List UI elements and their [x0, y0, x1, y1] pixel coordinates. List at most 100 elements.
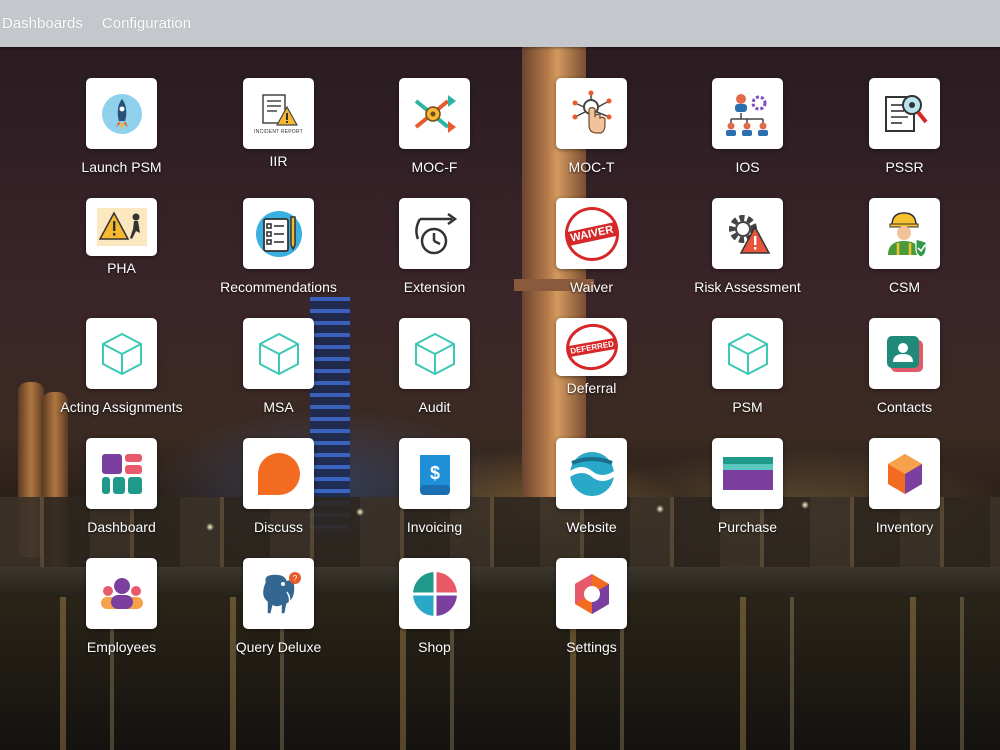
- app-icon-box: [86, 198, 157, 256]
- incident-report-caption: INCIDENT REPORT: [254, 128, 303, 135]
- deferred-stamp-text: DEFERRED: [566, 337, 617, 357]
- cube-icon: [101, 332, 142, 375]
- app-msa[interactable]: MSA: [200, 318, 357, 438]
- safety-worker-icon: [887, 211, 927, 258]
- app-icon-box: [869, 78, 940, 149]
- app-icon-box: [86, 78, 157, 149]
- app-recommendations[interactable]: Recommendations: [200, 198, 357, 318]
- app-label: Invoicing: [406, 519, 463, 535]
- app-iir[interactable]: INCIDENT REPORT IIR: [200, 78, 357, 198]
- app-csm[interactable]: CSM: [826, 198, 983, 318]
- hazard-analysis-icon: [96, 208, 147, 246]
- app-label: Inventory: [875, 519, 934, 535]
- app-icon-box: $: [399, 438, 470, 509]
- app-launch-psm[interactable]: Launch PSM: [43, 78, 200, 198]
- chat-bubble-icon: [257, 452, 300, 495]
- app-icon-box: [556, 78, 627, 149]
- app-icon-box: [556, 558, 627, 629]
- clock-extend-icon: [414, 212, 457, 254]
- app-extension[interactable]: Extension: [356, 198, 513, 318]
- app-psm[interactable]: PSM: [669, 318, 826, 438]
- app-label: IIR: [269, 153, 288, 169]
- app-deferral[interactable]: DEFERRED Deferral: [513, 318, 670, 438]
- app-waiver[interactable]: WAIVER Waiver: [513, 198, 670, 318]
- purchase-card-icon: [722, 456, 773, 490]
- app-acting-assignments[interactable]: Acting Assignments: [43, 318, 200, 438]
- app-label: Settings: [566, 639, 617, 655]
- app-label: PSM: [732, 399, 763, 415]
- app-purchase[interactable]: Purchase: [669, 438, 826, 558]
- app-label: Audit: [418, 399, 451, 415]
- process-change-icon: [414, 94, 456, 133]
- app-icon-box: [399, 78, 470, 149]
- menu-configuration[interactable]: Configuration: [102, 15, 191, 32]
- app-icon-box: [399, 318, 470, 389]
- app-icon-box: WAIVER: [556, 198, 627, 269]
- app-pha[interactable]: PHA: [43, 198, 200, 318]
- checklist-icon: [255, 210, 302, 257]
- app-pssr[interactable]: PSSR: [826, 78, 983, 198]
- app-ios[interactable]: IOS: [669, 78, 826, 198]
- app-shop[interactable]: Shop: [356, 558, 513, 678]
- app-icon-box: ?: [243, 558, 314, 629]
- app-icon-box: [243, 438, 314, 509]
- app-label: Launch PSM: [81, 159, 162, 175]
- app-label: PHA: [107, 260, 136, 276]
- app-label: Risk Assessment: [694, 279, 801, 295]
- app-settings[interactable]: Settings: [513, 558, 670, 678]
- menu-dashboards[interactable]: Dashboards: [2, 15, 83, 32]
- app-inventory[interactable]: Inventory: [826, 438, 983, 558]
- app-icon-box: [86, 438, 157, 509]
- app-label: MOC-F: [411, 159, 458, 175]
- cube-icon: [258, 332, 299, 375]
- touch-network-icon: [572, 90, 611, 134]
- cube-icon: [727, 332, 768, 375]
- app-moc-t[interactable]: MOC-T: [513, 78, 670, 198]
- app-label: Acting Assignments: [60, 399, 183, 415]
- app-label: Waiver: [569, 279, 614, 295]
- cube-icon: [414, 332, 455, 375]
- app-label: MSA: [263, 399, 294, 415]
- app-audit[interactable]: Audit: [356, 318, 513, 438]
- app-contacts[interactable]: Contacts: [826, 318, 983, 438]
- app-query-deluxe[interactable]: ? Query Deluxe: [200, 558, 357, 678]
- app-risk-assessment[interactable]: Risk Assessment: [669, 198, 826, 318]
- app-icon-box: [712, 198, 783, 269]
- app-label: IOS: [735, 159, 760, 175]
- hexagon-box-icon: [887, 453, 922, 494]
- app-icon-box: [243, 198, 314, 269]
- app-icon-box: [712, 78, 783, 149]
- dashboard-icon: [101, 453, 142, 494]
- svg-text:$: $: [429, 463, 439, 483]
- app-invoicing[interactable]: $ Invoicing: [356, 438, 513, 558]
- app-label: Contacts: [876, 399, 933, 415]
- app-label: Recommendations: [220, 279, 337, 295]
- gear-warning-icon: [728, 214, 770, 254]
- app-label: CSM: [888, 279, 921, 295]
- app-employees[interactable]: Employees: [43, 558, 200, 678]
- app-icon-box: [86, 558, 157, 629]
- app-icon-box: INCIDENT REPORT: [243, 78, 314, 149]
- app-icon-box: [869, 318, 940, 389]
- document-inspect-icon: [884, 94, 928, 132]
- app-icon-box: [712, 438, 783, 509]
- app-discuss[interactable]: Discuss: [200, 438, 357, 558]
- app-moc-f[interactable]: MOC-F: [356, 78, 513, 198]
- contact-card-icon: [886, 335, 923, 372]
- app-website[interactable]: Website: [513, 438, 670, 558]
- app-icon-box: DEFERRED: [556, 318, 627, 376]
- app-label: MOC-T: [568, 159, 615, 175]
- app-label: Purchase: [717, 519, 778, 535]
- invoice-icon: $: [419, 454, 450, 495]
- shop-wheel-icon: [412, 571, 457, 616]
- app-label: Deferral: [566, 380, 617, 396]
- app-icon-box: [712, 318, 783, 389]
- app-label: Shop: [418, 639, 451, 655]
- app-label: Dashboard: [87, 519, 156, 535]
- svg-text:?: ?: [292, 574, 297, 583]
- app-label: Website: [566, 519, 617, 535]
- app-label: Discuss: [253, 519, 303, 535]
- app-icon-box: [556, 438, 627, 509]
- app-dashboard[interactable]: Dashboard: [43, 438, 200, 558]
- app-icon-box: [869, 198, 940, 269]
